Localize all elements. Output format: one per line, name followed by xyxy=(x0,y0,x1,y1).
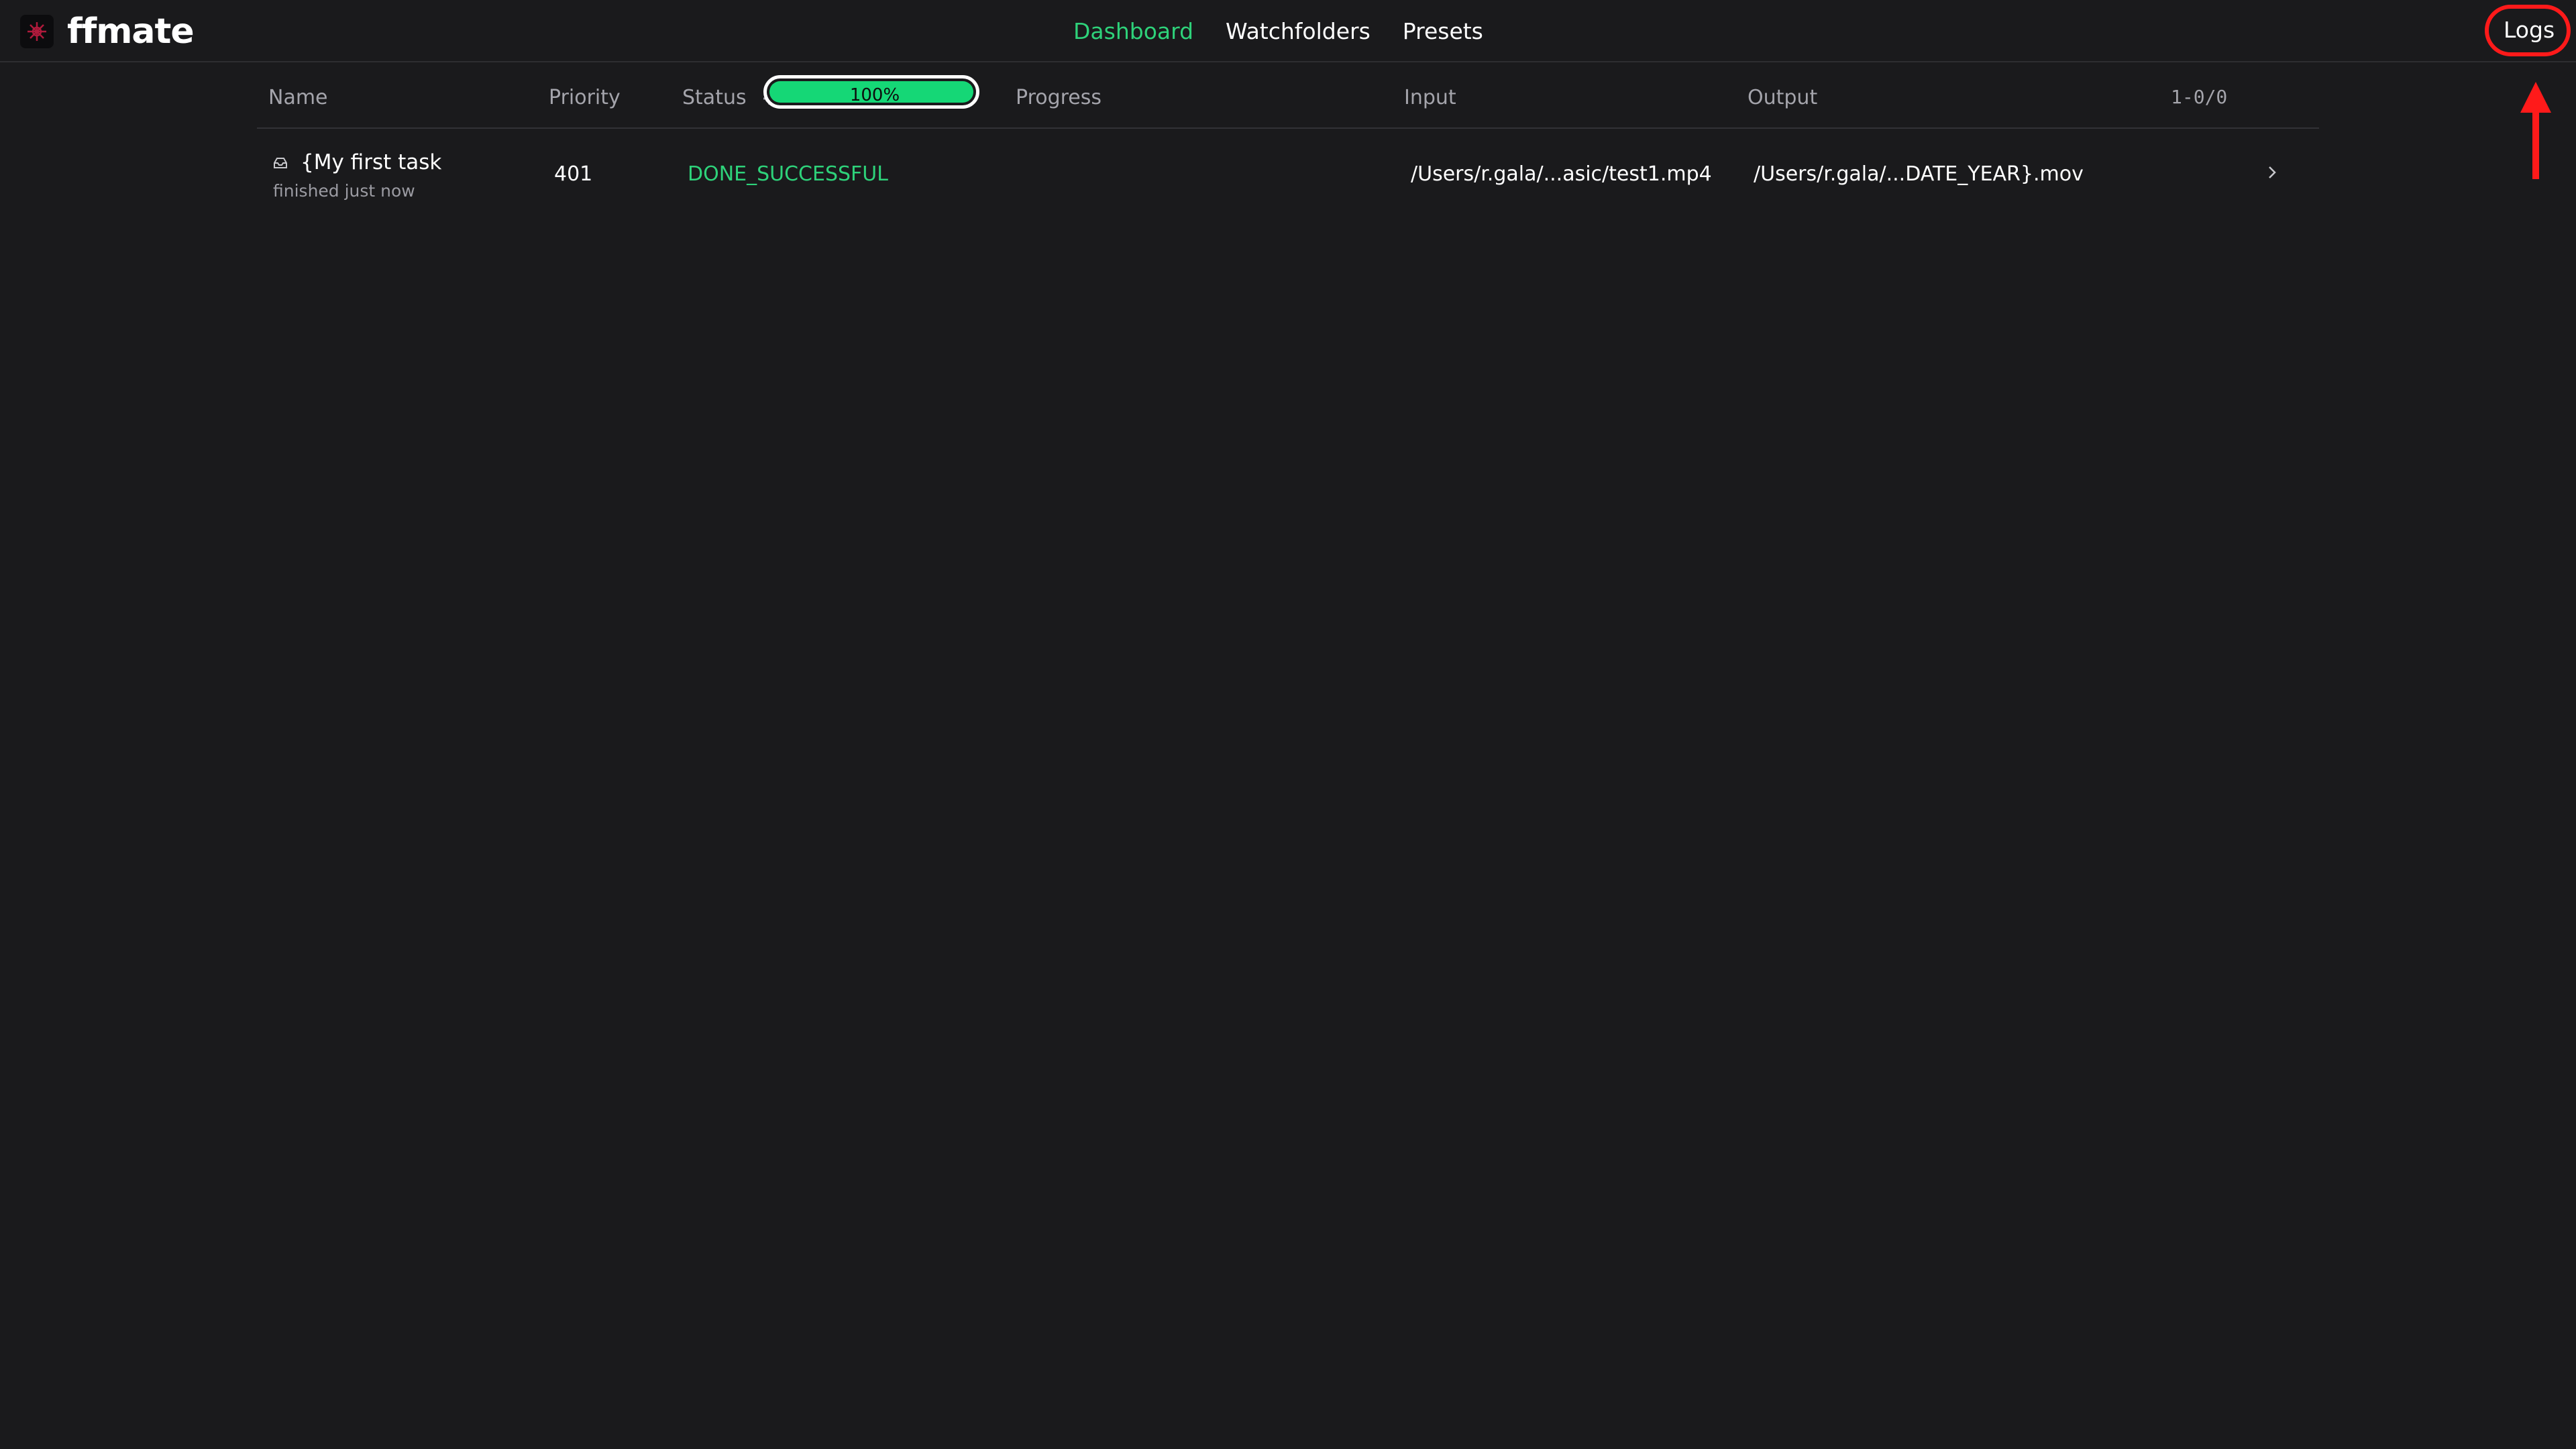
main-nav: Dashboard Watchfolders Presets xyxy=(1073,0,1515,62)
task-status: DONE_SUCCESSFUL xyxy=(688,162,888,186)
annotation-arrow-icon xyxy=(2520,82,2551,179)
task-priority: 401 xyxy=(554,162,593,186)
app-logo[interactable]: ffmate xyxy=(20,11,195,52)
col-output[interactable]: Output xyxy=(1748,86,1817,109)
task-table: Name Priority Status Progress Input Outp… xyxy=(257,79,2319,216)
col-priority[interactable]: Priority xyxy=(549,86,621,109)
nav-dashboard[interactable]: Dashboard xyxy=(1073,18,1193,44)
col-input[interactable]: Input xyxy=(1404,86,1456,109)
inbox-icon xyxy=(274,158,287,168)
nav-presets[interactable]: Presets xyxy=(1403,18,1483,44)
table-row[interactable]: {My first task finished just now 401 DON… xyxy=(257,129,2319,216)
pagination-count: 1-0/0 xyxy=(2171,86,2228,108)
table-header: Name Priority Status Progress Input Outp… xyxy=(257,79,2319,129)
task-finished-time: finished just now xyxy=(273,181,415,201)
task-progress-bar: 100% xyxy=(763,75,979,109)
task-input-path: /Users/r.gala/...asic/test1.mp4 xyxy=(1411,162,1712,186)
top-bar: ffmate Dashboard Watchfolders Presets Lo… xyxy=(0,0,2576,62)
task-output-path: /Users/r.gala/...DATE_YEAR}.mov xyxy=(1754,162,2084,186)
col-name[interactable]: Name xyxy=(268,86,328,109)
highlight-circle xyxy=(2485,5,2571,56)
nav-watchfolders[interactable]: Watchfolders xyxy=(1226,18,1371,44)
col-status[interactable]: Status xyxy=(682,86,777,109)
col-status-label: Status xyxy=(682,86,747,109)
col-progress[interactable]: Progress xyxy=(1016,86,1102,109)
progress-label: 100% xyxy=(849,85,900,105)
chevron-right-icon[interactable] xyxy=(2267,165,2277,180)
task-name: {My first task xyxy=(301,150,442,174)
ffmate-logo-icon xyxy=(20,15,54,48)
app-name: ffmate xyxy=(67,11,195,52)
